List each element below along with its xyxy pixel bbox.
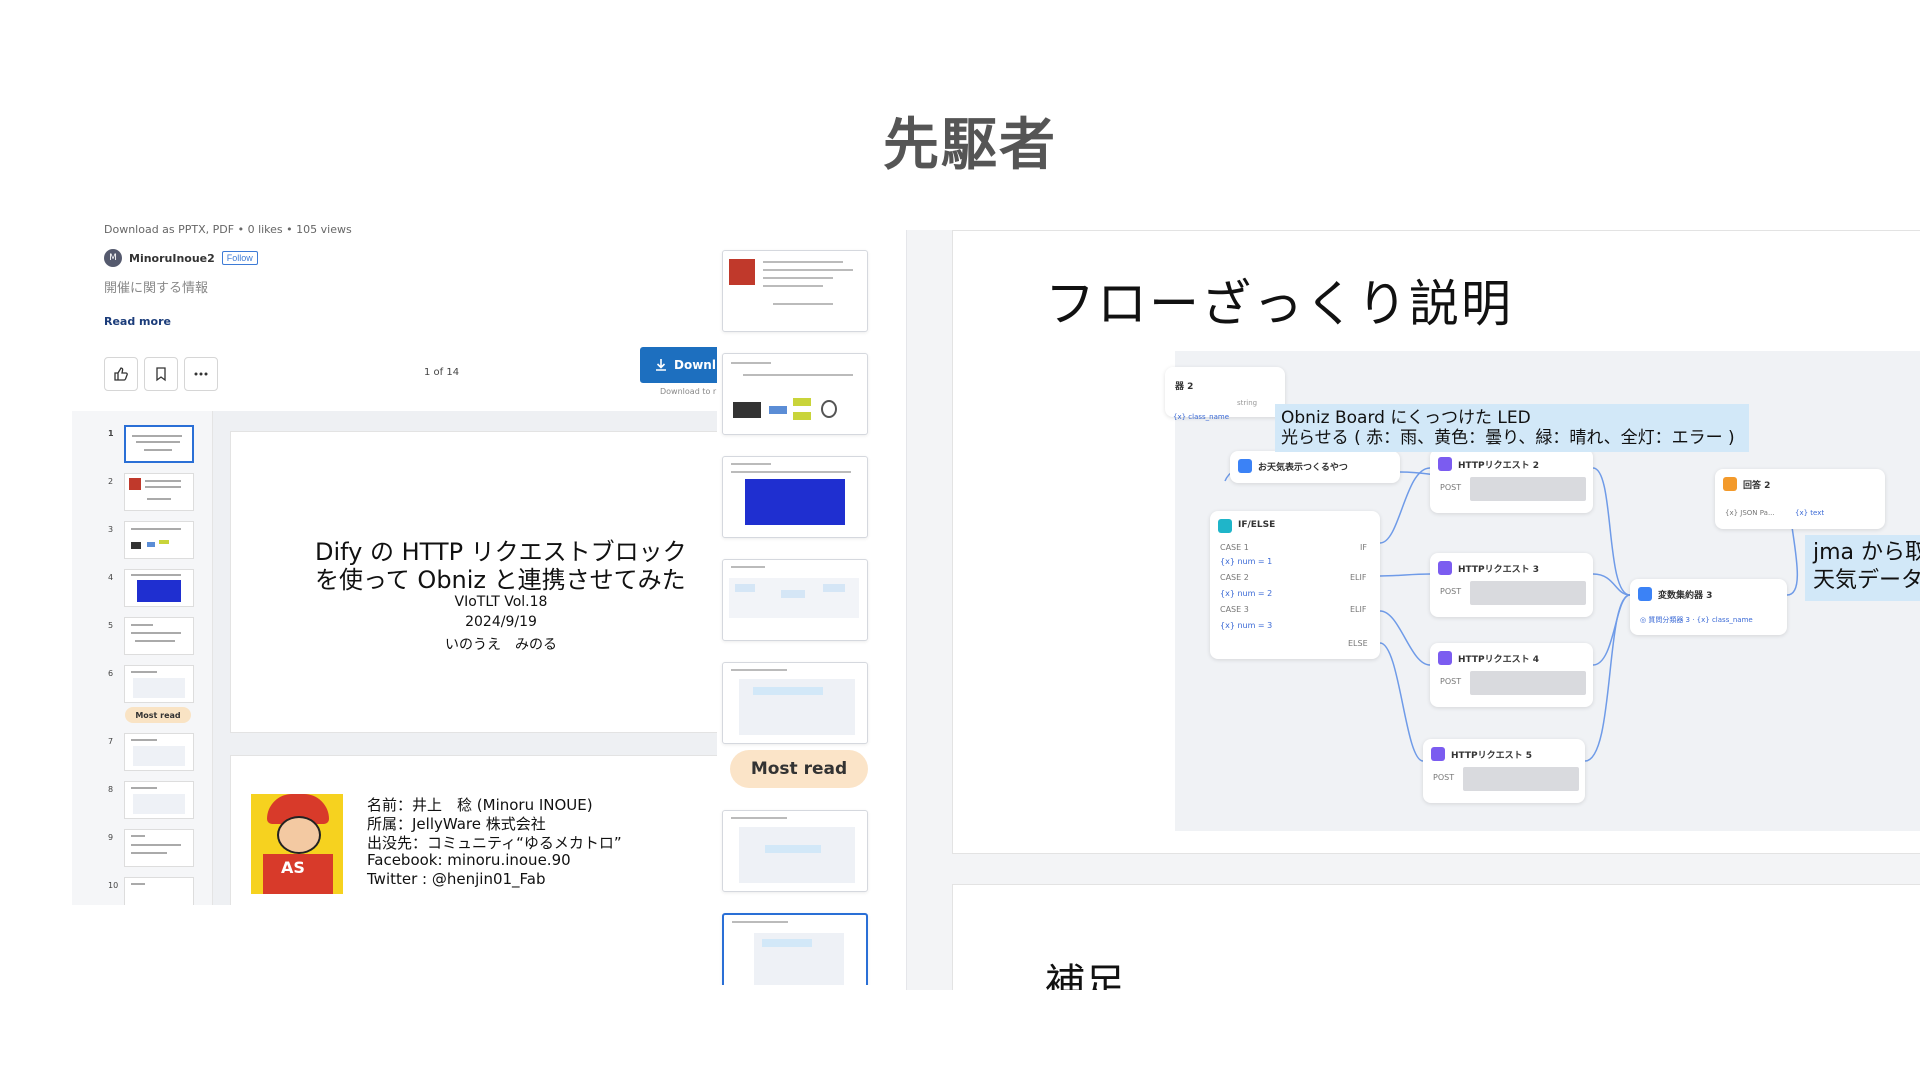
aggregator-icon bbox=[1638, 587, 1652, 601]
slide-date: 2024/9/19 bbox=[465, 614, 537, 630]
middle-thumbnail-column: Most read bbox=[718, 215, 878, 985]
thumb-number: 7 bbox=[108, 737, 114, 746]
http-icon bbox=[1438, 651, 1452, 665]
thumb-number: 3 bbox=[108, 525, 114, 534]
answer-icon bbox=[1723, 477, 1737, 491]
panel-divider bbox=[906, 230, 953, 990]
ifelse-node[interactable]: IF/ELSE CASE 1 IF {x} num = 1 CASE 2 ELI… bbox=[1210, 511, 1380, 659]
slideshare-panel: Download as PPTX, PDF • 0 likes • 105 vi… bbox=[72, 215, 717, 905]
slide-thumbnail[interactable] bbox=[722, 559, 868, 641]
thumbnail-rail: 1 2 3 4 5 6 Most read 7 8 9 10 bbox=[72, 411, 213, 905]
more-button[interactable] bbox=[184, 357, 218, 391]
http-icon bbox=[1438, 457, 1452, 471]
thumbnail[interactable] bbox=[124, 829, 194, 867]
classifier-node[interactable]: 器 2 string {x} class_name bbox=[1165, 367, 1285, 421]
more-dots-icon bbox=[194, 372, 208, 376]
profile-twitter: Twitter : @henjin01_Fab bbox=[367, 870, 546, 888]
most-read-badge: Most read bbox=[125, 707, 191, 723]
slide-next: 補足 bbox=[952, 884, 1920, 990]
http-icon bbox=[1438, 561, 1452, 575]
thumbnail[interactable] bbox=[124, 569, 194, 607]
thumb-number: 6 bbox=[108, 669, 114, 678]
http-request-4-node[interactable]: HTTPリクエスト 4 POST bbox=[1430, 643, 1593, 707]
profile-origin: 出没先：コミュニティ“ゆるメカトロ” bbox=[367, 834, 622, 852]
download-button[interactable]: Downl bbox=[640, 347, 717, 383]
like-button[interactable] bbox=[104, 357, 138, 391]
download-note: Download to r bbox=[660, 387, 717, 396]
http-request-5-node[interactable]: HTTPリクエスト 5 POST bbox=[1423, 739, 1585, 803]
follow-button[interactable]: Follow bbox=[221, 251, 258, 265]
thumb-number: 10 bbox=[108, 881, 119, 890]
slide-presenter: いのうえ みのる bbox=[445, 637, 557, 653]
page-counter: 1 of 14 bbox=[424, 367, 460, 378]
http-request-2-node[interactable]: HTTPリクエスト 2 POST bbox=[1430, 449, 1593, 513]
download-icon bbox=[656, 359, 666, 371]
slide-title: フローざっくり説明 bbox=[1045, 275, 1513, 333]
slide-thumbnail[interactable] bbox=[722, 810, 868, 892]
save-button[interactable] bbox=[144, 357, 178, 391]
node-type: string bbox=[1237, 399, 1258, 407]
thumbnail[interactable] bbox=[124, 733, 194, 771]
thumb-number: 5 bbox=[108, 621, 114, 630]
node-title: 器 2 bbox=[1175, 382, 1194, 392]
profile-illustration: AS bbox=[251, 794, 343, 894]
slide-current: フローざっくり説明 器 2 string {x} class_name お天気表… bbox=[952, 230, 1920, 854]
bookmark-icon bbox=[156, 367, 166, 382]
node-var: {x} class_name bbox=[1173, 413, 1230, 421]
author-row: M MinoruInoue2 Follow bbox=[104, 249, 258, 267]
slide-large-view: フローざっくり説明 器 2 string {x} class_name お天気表… bbox=[952, 230, 1920, 990]
thumbnail[interactable] bbox=[124, 425, 194, 463]
slide-thumbnail[interactable] bbox=[722, 353, 868, 435]
thumb-number: 1 bbox=[108, 429, 114, 438]
thumb-number: 8 bbox=[108, 785, 114, 794]
most-read-badge: Most read bbox=[730, 750, 868, 788]
avatar[interactable]: M bbox=[104, 249, 122, 267]
thumbnail[interactable] bbox=[124, 781, 194, 819]
thumbnail[interactable] bbox=[124, 665, 194, 703]
thumbnail[interactable] bbox=[124, 617, 194, 655]
thumbnail[interactable] bbox=[124, 521, 194, 559]
slide-thumbnail[interactable] bbox=[722, 250, 868, 332]
slide-1: Dify の HTTP リクエストブロック を使って Obniz と連携させてみ… bbox=[230, 431, 717, 733]
http-request-3-node[interactable]: HTTPリクエスト 3 POST bbox=[1430, 553, 1593, 617]
thumbnail[interactable] bbox=[124, 877, 194, 905]
next-slide-title: 補足 bbox=[1045, 961, 1125, 990]
slide-thumbnail-active[interactable] bbox=[722, 913, 868, 985]
author-name[interactable]: MinoruInoue2 bbox=[129, 252, 215, 265]
weather-node[interactable]: お天気表示つくるやつ bbox=[1230, 451, 1400, 483]
slide-2: AS 名前：井上 稔 (Minoru INOUE) 所属：JellyWare 株… bbox=[230, 755, 717, 905]
download-label: Downl bbox=[674, 358, 716, 372]
thumbs-up-icon bbox=[114, 367, 128, 381]
branch-icon bbox=[1218, 519, 1232, 533]
variable-aggregator-node[interactable]: 変数集約器 3 ◎ 質問分類器 3 · {x} class_name bbox=[1630, 579, 1787, 635]
workflow-canvas: 器 2 string {x} class_name お天気表示つくるやつ IF/… bbox=[1165, 351, 1920, 831]
doc-meta: Download as PPTX, PDF • 0 likes • 105 vi… bbox=[104, 223, 352, 236]
slide-event: VIoTLT Vol.18 bbox=[454, 594, 548, 610]
answer-node[interactable]: 回答 2 {x} JSON Pa... {x} text bbox=[1715, 469, 1885, 529]
led-note: Obniz Board にくっつけた LED 光らせる ( 赤：雨、黄色：曇り、… bbox=[1275, 404, 1749, 452]
slide-title-line2: を使って Obniz と連携させてみた bbox=[315, 566, 686, 594]
read-more-link[interactable]: Read more bbox=[104, 315, 171, 328]
profile-affiliation: 所属：JellyWare 株式会社 bbox=[367, 815, 546, 833]
thumb-number: 4 bbox=[108, 573, 114, 582]
http-icon bbox=[1431, 747, 1445, 761]
thumb-number: 2 bbox=[108, 477, 114, 486]
thumb-number: 9 bbox=[108, 833, 114, 842]
node-title: IF/ELSE bbox=[1238, 520, 1276, 530]
thumbnail[interactable] bbox=[124, 473, 194, 511]
profile-facebook: Facebook: minoru.inoue.90 bbox=[367, 851, 571, 869]
jma-note: jma から取 天気データ bbox=[1805, 535, 1920, 601]
node-icon bbox=[1238, 459, 1252, 473]
node-title: お天気表示つくるやつ bbox=[1258, 463, 1348, 473]
slide-thumbnail[interactable] bbox=[722, 456, 868, 538]
description: 開催に関する情報 bbox=[104, 281, 209, 296]
slide-thumbnail[interactable] bbox=[722, 662, 868, 744]
page-title: 先駆者 bbox=[883, 113, 1057, 178]
profile-name: 名前：井上 稔 (Minoru INOUE) bbox=[367, 796, 593, 814]
